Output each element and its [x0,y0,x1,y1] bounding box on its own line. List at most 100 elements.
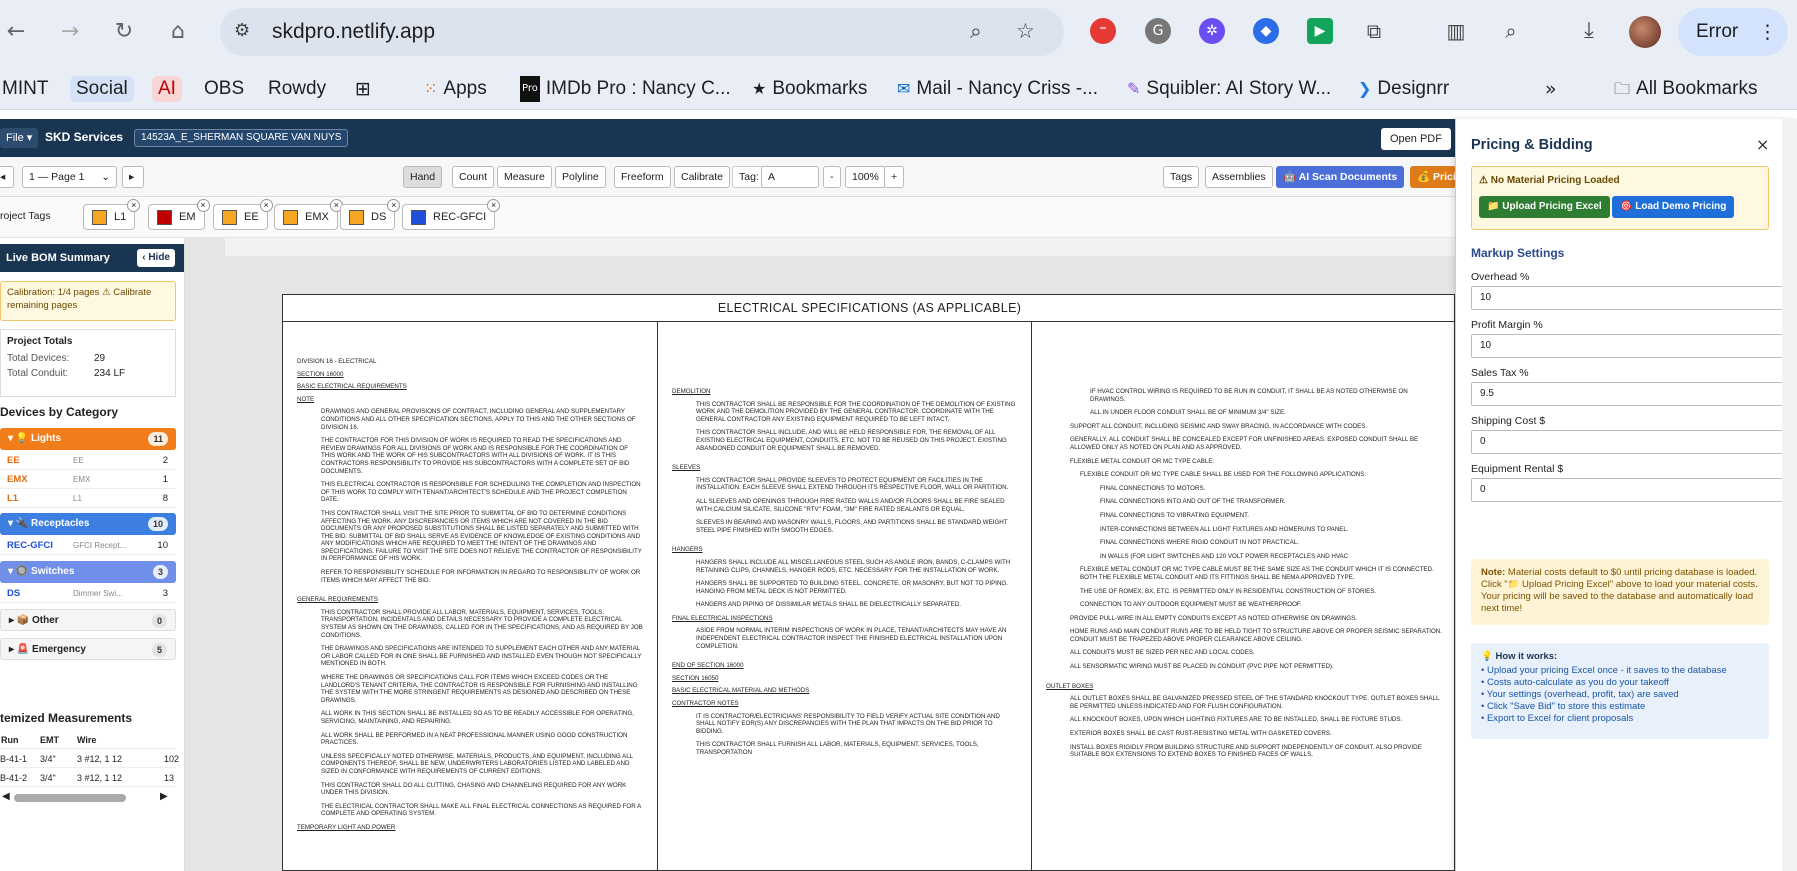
zoom-in-button[interactable]: + [884,166,905,188]
reload-icon[interactable]: ↻ [108,16,140,48]
category-name: Lights [31,433,62,444]
tag-input[interactable]: A [761,166,819,188]
remove-tag-icon[interactable]: × [487,199,501,212]
forward-icon[interactable]: → [54,16,86,48]
list-item[interactable]: EE EE 2 [0,452,176,470]
scroll-left-icon[interactable]: ◀ [2,791,10,802]
note-text: Material costs default to $0 until prici… [1481,567,1758,614]
extension-purple-icon[interactable]: ✲ [1199,18,1225,44]
hide-sidebar-button[interactable]: ‹ Hide [137,249,175,267]
home-icon[interactable]: ⌂ [162,16,194,48]
count-tool-button[interactable]: Count [452,166,495,188]
scroll-right-icon[interactable]: ▶ [160,791,168,802]
tag-chip[interactable]: EMX × [274,199,343,230]
sales-tax-field[interactable]: 9.5 [1471,382,1797,406]
bookmark-apps-label: Apps [443,78,487,99]
remove-tag-icon[interactable]: × [387,199,401,212]
profile-avatar[interactable] [1629,16,1661,48]
remove-tag-icon[interactable]: × [196,199,210,212]
upload-pricing-button[interactable]: 📁 Upload Pricing Excel [1479,196,1610,218]
bookmark-apps[interactable]: ⁙ Apps [424,76,487,102]
remove-tag-icon[interactable]: × [259,199,273,212]
download-icon[interactable]: ⤓ [1576,18,1602,44]
prev-page-button[interactable]: ◂ [0,166,14,188]
page-scrollbar[interactable] [1782,119,1797,871]
polyline-tool-button[interactable]: Polyline [555,166,606,188]
remove-tag-icon[interactable]: × [127,199,141,212]
reading-mode-icon[interactable]: ▥ [1443,18,1469,44]
bookmark-rowdy[interactable]: Rowdy [268,76,326,102]
table-row[interactable]: B-41-1 3/4" 3 #12, 1 12 102 [0,751,179,768]
calibrate-tool-button[interactable]: Calibrate [674,166,731,188]
shipping-field[interactable]: 0 [1471,430,1797,454]
search-tabs-icon[interactable]: ⌕ [1498,18,1524,44]
pricing-button[interactable]: 💰 Prici [1410,166,1456,188]
zoom-out-button[interactable]: - [823,166,841,188]
category-lights[interactable]: ▾ 💡 Lights 11 [0,428,176,450]
list-item[interactable]: REC-GFCI GFCI Recept... 10 [0,537,176,555]
spec-heading: FINAL ELECTRICAL INSPECTIONS [672,614,773,622]
load-demo-button[interactable]: 🎯 Load Demo Pricing [1612,196,1735,218]
drawing-canvas[interactable]: ELECTRICAL SPECIFICATIONS (AS APPLICABLE… [185,238,1455,871]
zoom-icon[interactable]: ⌕ [970,19,982,44]
pricing-note: Note: Material costs default to $0 until… [1471,559,1769,625]
bookmark-mint[interactable]: MINT [2,76,48,102]
next-page-button[interactable]: ▸ [122,166,144,188]
spec-sheet[interactable]: ELECTRICAL SPECIFICATIONS (AS APPLICABLE… [282,294,1455,871]
list-item[interactable]: EMX EMX 1 [0,471,176,489]
horizontal-scrollbar[interactable]: ◀ ▶ [0,791,176,805]
bookmark-social[interactable]: Social [70,76,134,102]
extension-grammarly-icon[interactable]: G [1145,18,1171,44]
bookmark-imdb[interactable]: Pro IMDb Pro : Nancy C... [520,76,731,102]
ai-scan-button[interactable]: 🤖 AI Scan Documents [1276,166,1405,188]
measure-tool-button[interactable]: Measure [497,166,552,188]
scroll-thumb[interactable] [14,794,126,802]
tag-swatch [222,210,237,225]
site-settings-icon[interactable]: ⚙ [234,20,250,41]
address-bar[interactable]: ⚙ skdpro.netlify.app ⌕ ☆ [220,8,1064,56]
project-name[interactable]: 14523A_E_SHERMAN SQUARE VAN NUYS [134,129,349,147]
category-receptacles[interactable]: ▾ 🔌 Receptacles 10 [0,513,176,535]
url-text[interactable]: skdpro.netlify.app [272,20,435,44]
bookmark-bookmarks[interactable]: ★ Bookmarks [752,76,867,102]
close-icon[interactable]: × [1756,135,1769,154]
bookmark-obs[interactable]: OBS [204,76,244,102]
table-row[interactable]: B-41-2 3/4" 3 #12, 1 12 13 [0,770,176,787]
category-emergency[interactable]: ▸ 🚨 Emergency 5 [0,638,176,660]
profit-field[interactable]: 10 [1471,334,1797,358]
file-menu-button[interactable]: File ▾ [0,128,39,148]
equipment-rental-field[interactable]: 0 [1471,478,1797,502]
bookmark-squibler[interactable]: ✎ Squibler: AI Story W... [1127,76,1331,102]
tag-swatch [411,210,426,225]
extension-red-icon[interactable]: ⁼ [1090,18,1116,44]
list-item[interactable]: L1 L1 8 [0,490,176,508]
tag-chip[interactable]: EM × [148,199,210,230]
category-switches[interactable]: ▾ 🔘 Switches 3 [0,561,176,583]
list-item[interactable]: DS Dimmer Swi... 3 [0,585,176,603]
bookmark-designrr[interactable]: ❯ Designrr [1358,76,1449,102]
menu-kebab-icon[interactable]: ⋮ [1758,8,1777,56]
overhead-field[interactable]: 10 [1471,286,1797,310]
open-pdf-button[interactable]: Open PDF [1381,128,1451,150]
tags-button[interactable]: Tags [1163,166,1200,188]
hand-tool-button[interactable]: Hand [403,166,443,188]
tag-chip[interactable]: DS × [340,199,401,230]
page-select[interactable]: 1 — Page 1 ⌄ [22,166,117,188]
extensions-puzzle-icon[interactable]: ⧉ [1361,18,1387,44]
bookmark-ai[interactable]: AI [152,76,182,102]
category-other[interactable]: ▸ 📦 Other 0 [0,609,176,631]
bookmark-star-icon[interactable]: ☆ [1016,19,1035,43]
more-bookmarks-icon[interactable]: » [1545,76,1557,102]
tab-groups-icon[interactable]: ⊞ [355,76,371,102]
back-icon[interactable]: ← [0,16,32,48]
bookmark-all[interactable]: 🗀 All Bookmarks [1614,76,1757,102]
tag-chip[interactable]: REC-GFCI × [402,199,501,230]
tag-chip[interactable]: EE × [213,199,273,230]
tag-chip[interactable]: L1 × [83,199,141,230]
extension-video-icon[interactable]: ▶ [1307,18,1333,44]
extension-blue-icon[interactable]: ◆ [1253,18,1279,44]
profile-error-button[interactable]: Error ⋮ [1678,8,1788,56]
bookmark-mail[interactable]: ✉ Mail - Nancy Criss -... [897,76,1098,102]
assemblies-button[interactable]: Assemblies [1205,166,1273,188]
freeform-tool-button[interactable]: Freeform [614,166,671,188]
